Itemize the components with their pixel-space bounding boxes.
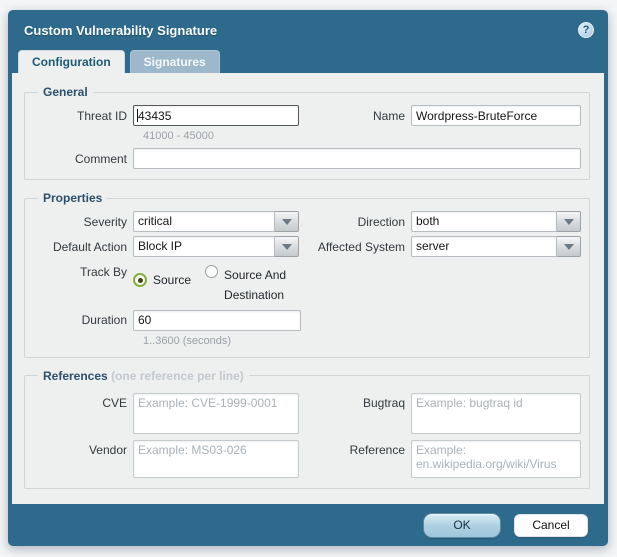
- severity-dropdown[interactable]: critical: [133, 211, 299, 232]
- threat-id-field-wrap: [133, 105, 299, 126]
- bugtraq-textarea[interactable]: [411, 393, 581, 434]
- threat-id-input[interactable]: [133, 105, 299, 126]
- bugtraq-label: Bugtraq: [299, 393, 411, 410]
- ok-button[interactable]: OK: [423, 513, 501, 538]
- severity-value: critical: [133, 211, 275, 232]
- chevron-down-icon: [564, 244, 574, 250]
- reference-textarea[interactable]: [411, 440, 581, 478]
- text-cursor: [137, 109, 138, 122]
- direction-dropdown-button[interactable]: [557, 211, 581, 232]
- configuration-panel: General Threat ID Name 41000 - 45000 Com…: [12, 73, 604, 504]
- direction-value: both: [411, 211, 557, 232]
- references-section: References (one reference per line) CVE …: [24, 369, 590, 489]
- severity-dropdown-button[interactable]: [275, 211, 299, 232]
- references-legend-title: References: [43, 369, 108, 383]
- dialog-title: Custom Vulnerability Signature: [24, 23, 578, 38]
- threat-id-label: Threat ID: [33, 109, 133, 123]
- properties-section: Properties Severity critical Direction b…: [24, 191, 590, 358]
- screen-background: Custom Vulnerability Signature ? Configu…: [0, 0, 617, 557]
- duration-hint: 1..3600 (seconds): [143, 335, 581, 347]
- severity-label: Severity: [33, 215, 133, 229]
- affected-system-value: server: [411, 236, 557, 257]
- comment-label: Comment: [33, 152, 133, 166]
- references-legend: References (one reference per line): [38, 369, 249, 383]
- radio-unselected-icon[interactable]: [205, 265, 218, 278]
- radio-selected-icon[interactable]: [133, 273, 147, 287]
- vendor-textarea[interactable]: [133, 440, 299, 478]
- dialog-titlebar: Custom Vulnerability Signature ?: [8, 10, 608, 50]
- default-action-label: Default Action: [33, 240, 133, 254]
- comment-input[interactable]: [133, 148, 581, 169]
- properties-legend: Properties: [38, 191, 107, 205]
- default-action-dropdown-button[interactable]: [275, 236, 299, 257]
- name-input[interactable]: [411, 105, 581, 126]
- chevron-down-icon: [282, 244, 292, 250]
- tab-configuration[interactable]: Configuration: [18, 50, 125, 73]
- cve-label: CVE: [33, 393, 133, 410]
- dialog-footer: OK Cancel: [8, 504, 608, 546]
- radio-source-label: Source: [153, 273, 191, 287]
- affected-system-dropdown[interactable]: server: [411, 236, 581, 257]
- reference-label: Reference: [299, 440, 411, 457]
- track-by-label: Track By: [33, 263, 133, 279]
- references-legend-note: (one reference per line): [111, 369, 244, 383]
- name-label: Name: [299, 109, 411, 123]
- general-section: General Threat ID Name 41000 - 45000 Com…: [24, 85, 590, 180]
- radio-source-and-destination[interactable]: Source And Destination: [205, 265, 296, 306]
- cancel-button[interactable]: Cancel: [514, 514, 588, 537]
- chevron-down-icon: [564, 219, 574, 225]
- cve-textarea[interactable]: [133, 393, 299, 434]
- direction-label: Direction: [299, 215, 411, 229]
- custom-vulnerability-signature-dialog: Custom Vulnerability Signature ? Configu…: [8, 10, 608, 546]
- chevron-down-icon: [282, 219, 292, 225]
- default-action-value: Block IP: [133, 236, 275, 257]
- tab-bar: Configuration Signatures: [8, 50, 608, 73]
- affected-system-dropdown-button[interactable]: [557, 236, 581, 257]
- default-action-dropdown[interactable]: Block IP: [133, 236, 299, 257]
- help-icon[interactable]: ?: [578, 22, 594, 38]
- affected-system-label: Affected System: [299, 240, 411, 254]
- radio-source[interactable]: Source: [133, 273, 191, 287]
- radio-source-and-destination-label: Source And Destination: [224, 265, 296, 306]
- duration-label: Duration: [33, 313, 133, 327]
- threat-id-hint: 41000 - 45000: [143, 130, 581, 142]
- general-legend: General: [38, 85, 93, 99]
- vendor-label: Vendor: [33, 440, 133, 457]
- direction-dropdown[interactable]: both: [411, 211, 581, 232]
- track-by-radio-group: Source Source And Destination: [133, 263, 296, 306]
- duration-input[interactable]: [133, 310, 301, 331]
- tab-signatures[interactable]: Signatures: [130, 50, 220, 73]
